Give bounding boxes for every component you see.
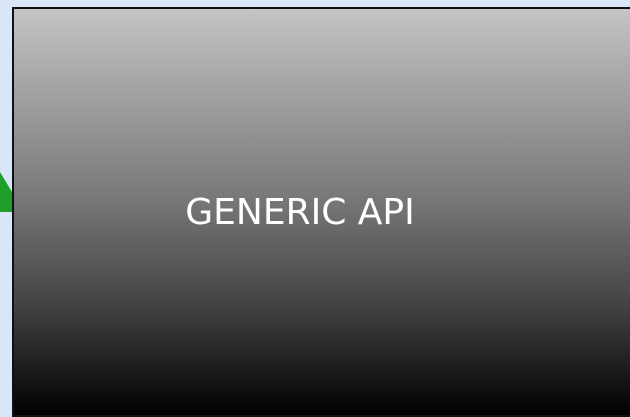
api-block-label: GENERIC API <box>185 192 415 233</box>
diagram-canvas: GENERIC API <box>0 0 630 417</box>
